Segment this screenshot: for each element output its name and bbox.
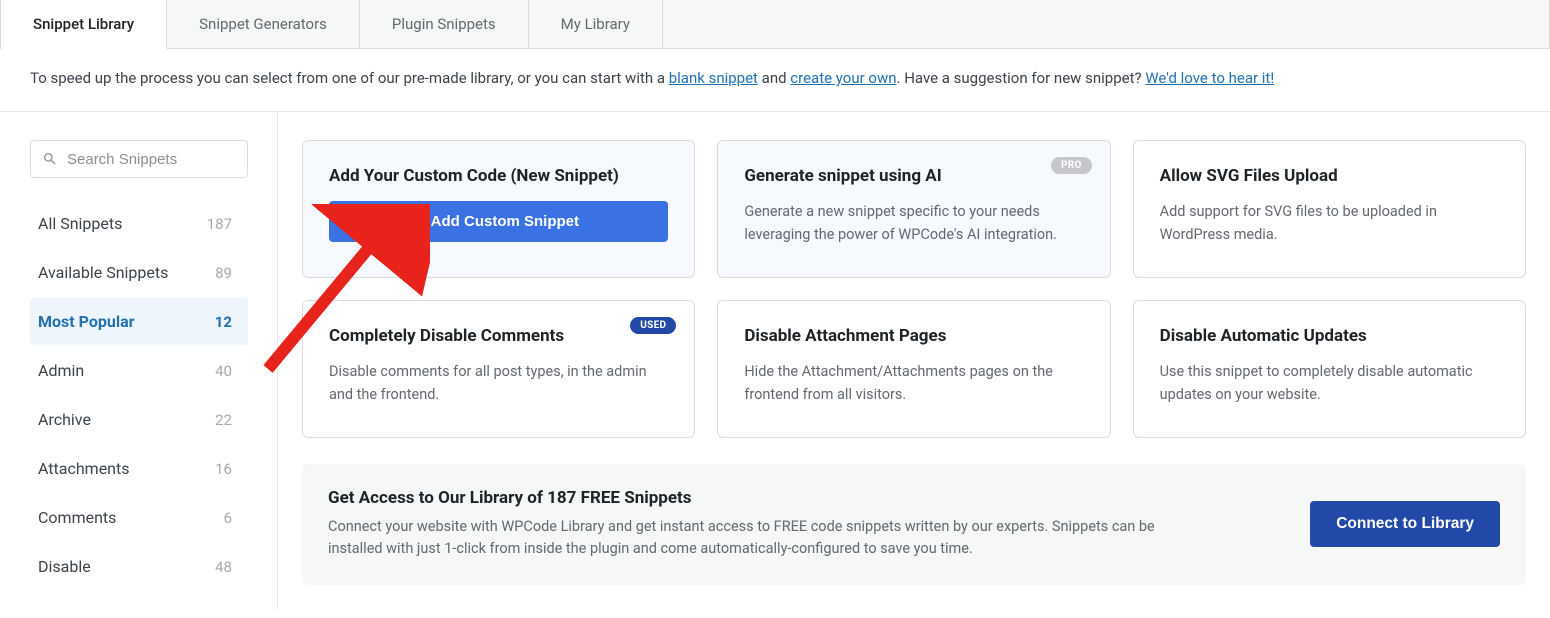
card-desc: Add support for SVG files to be uploaded… bbox=[1160, 201, 1499, 246]
filter-list: All Snippets 187 Available Snippets 89 Mos… bbox=[30, 200, 263, 590]
card-desc: Hide the Attachment/Attachments pages on… bbox=[744, 361, 1083, 406]
card-desc: Generate a new snippet specific to your … bbox=[744, 201, 1083, 246]
card-allow-svg[interactable]: Allow SVG Files Upload Add support for S… bbox=[1133, 140, 1526, 278]
cta-title: Get Access to Our Library of 187 FREE Sn… bbox=[328, 488, 1208, 508]
filter-count: 6 bbox=[224, 509, 232, 527]
filter-count: 22 bbox=[215, 411, 232, 429]
library-cta: Get Access to Our Library of 187 FREE Sn… bbox=[302, 464, 1526, 585]
filter-label: Admin bbox=[38, 361, 84, 380]
link-create-own[interactable]: create your own bbox=[790, 69, 896, 87]
filter-count: 16 bbox=[215, 460, 232, 478]
tab-snippet-library[interactable]: Snippet Library bbox=[1, 0, 167, 49]
card-disable-attachment[interactable]: Disable Attachment Pages Hide the Attach… bbox=[717, 300, 1110, 438]
filter-label: Archive bbox=[38, 410, 91, 429]
filter-label: Attachments bbox=[38, 459, 130, 478]
card-generate-ai[interactable]: PRO Generate snippet using AI Generate a… bbox=[717, 140, 1110, 278]
card-title: Allow SVG Files Upload bbox=[1160, 165, 1499, 187]
filter-label: Disable bbox=[38, 557, 91, 576]
filter-count: 48 bbox=[215, 558, 232, 576]
search-input[interactable] bbox=[30, 140, 248, 178]
intro-mid2: . Have a suggestion for new snippet? bbox=[897, 69, 1146, 87]
filter-archive[interactable]: Archive 22 bbox=[30, 396, 248, 443]
filter-count: 89 bbox=[215, 264, 232, 282]
intro-mid1: and bbox=[758, 69, 790, 87]
tab-snippet-generators[interactable]: Snippet Generators bbox=[167, 0, 360, 48]
card-title: Disable Automatic Updates bbox=[1160, 325, 1499, 347]
filter-comments[interactable]: Comments 6 bbox=[30, 494, 248, 541]
pro-badge: PRO bbox=[1051, 157, 1092, 174]
filter-disable[interactable]: Disable 48 bbox=[30, 543, 248, 590]
card-title: Add Your Custom Code (New Snippet) bbox=[329, 165, 668, 187]
card-title: Disable Attachment Pages bbox=[744, 325, 1083, 347]
filter-label: Comments bbox=[38, 508, 116, 527]
intro-text: To speed up the process you can select f… bbox=[0, 49, 1550, 112]
main-content: Add Your Custom Code (New Snippet) + Add… bbox=[278, 112, 1550, 609]
card-disable-updates[interactable]: Disable Automatic Updates Use this snipp… bbox=[1133, 300, 1526, 438]
filter-label: Most Popular bbox=[38, 312, 135, 331]
tab-plugin-snippets[interactable]: Plugin Snippets bbox=[360, 0, 529, 48]
cards-grid: Add Your Custom Code (New Snippet) + Add… bbox=[302, 140, 1526, 438]
intro-prefix: To speed up the process you can select f… bbox=[30, 69, 669, 87]
sidebar: All Snippets 187 Available Snippets 89 Mos… bbox=[0, 112, 278, 609]
card-title: Completely Disable Comments bbox=[329, 325, 668, 347]
filter-most-popular[interactable]: Most Popular 12 bbox=[30, 298, 248, 345]
connect-library-button[interactable]: Connect to Library bbox=[1310, 501, 1500, 547]
tab-my-library[interactable]: My Library bbox=[529, 0, 663, 48]
card-desc: Use this snippet to completely disable a… bbox=[1160, 361, 1499, 406]
card-disable-comments[interactable]: USED Completely Disable Comments Disable… bbox=[302, 300, 695, 438]
filter-all-snippets[interactable]: All Snippets 187 bbox=[30, 200, 248, 247]
filter-admin[interactable]: Admin 40 bbox=[30, 347, 248, 394]
search-wrap bbox=[30, 140, 263, 178]
tabs-row: Snippet Library Snippet Generators Plugi… bbox=[0, 0, 1550, 49]
search-icon bbox=[42, 151, 58, 167]
card-title: Generate snippet using AI bbox=[744, 165, 1083, 187]
card-desc: Disable comments for all post types, in … bbox=[329, 361, 668, 406]
cta-desc: Connect your website with WPCode Library… bbox=[328, 516, 1208, 561]
filter-label: All Snippets bbox=[38, 214, 122, 233]
add-custom-snippet-button[interactable]: + Add Custom Snippet bbox=[329, 201, 668, 242]
link-blank-snippet[interactable]: blank snippet bbox=[669, 69, 758, 87]
filter-count: 12 bbox=[215, 313, 232, 331]
cta-text: Get Access to Our Library of 187 FREE Sn… bbox=[328, 488, 1208, 561]
filter-attachments[interactable]: Attachments 16 bbox=[30, 445, 248, 492]
filter-available-snippets[interactable]: Available Snippets 89 bbox=[30, 249, 248, 296]
filter-label: Available Snippets bbox=[38, 263, 168, 282]
card-add-custom-code[interactable]: Add Your Custom Code (New Snippet) + Add… bbox=[302, 140, 695, 278]
filter-count: 40 bbox=[215, 362, 232, 380]
used-badge: USED bbox=[630, 317, 676, 334]
link-suggestion[interactable]: We'd love to hear it! bbox=[1145, 69, 1274, 87]
filter-count: 187 bbox=[207, 215, 232, 233]
